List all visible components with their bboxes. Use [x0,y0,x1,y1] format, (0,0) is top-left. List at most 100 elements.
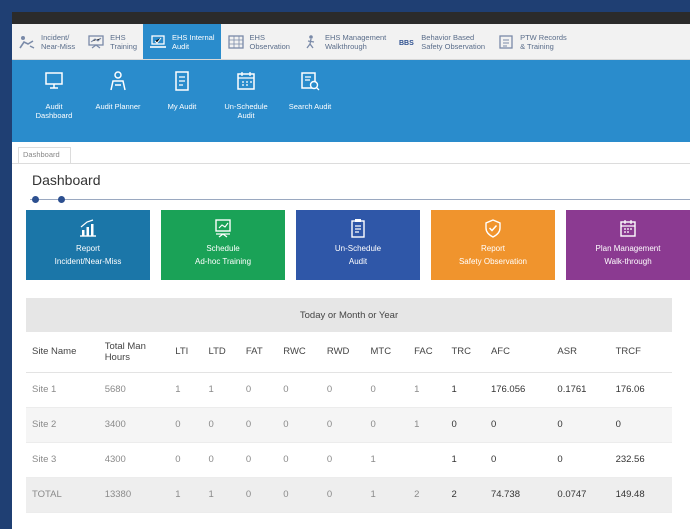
table-cell: 2 [445,477,485,513]
module-label-1: PTW Records [520,32,567,42]
table-cell: 0 [609,407,672,443]
page-title: Dashboard [32,172,101,188]
shield-check-icon [483,218,503,238]
column-header: TRCF [609,332,672,373]
table-cell: 1 [169,477,203,513]
audit-subnav: Audit Dashboard Audit Planner My Audit U… [12,60,690,142]
module-internal-audit[interactable]: EHS Internal Audit [143,24,221,59]
pager-dot-1[interactable] [32,196,39,203]
table-cell: 0 [320,477,365,513]
app-window: Incident/Near-Miss EHS Training EHS Inter… [12,12,690,529]
card-label-1: Report [75,244,100,253]
column-header: Site Name [26,332,99,373]
table-row: Site 1 5680 1 1 0 0 0 0 1 1 176.056 0.1761 176.06 [26,372,672,408]
table-cell: 1 [445,442,485,478]
column-header: TRC [445,332,485,373]
calendar-plan-icon [618,218,638,238]
module-bar: Incident/Near-Miss EHS Training EHS Inter… [12,24,690,60]
column-header: RWD [320,332,365,373]
table-row: Site 3 4300 0 0 0 0 0 1 1 0 0 232.56 [26,442,672,478]
table-cell: 232.56 [609,442,672,478]
module-training[interactable]: EHS Training [81,24,143,59]
column-header: AFC [484,332,552,373]
pager-track [30,199,690,200]
module-observation[interactable]: EHS Observation [221,24,296,59]
table-cell: 176.056 [484,372,552,408]
clipboard-icon [348,218,368,238]
subnav-label-2: Dashboard [35,111,73,120]
breadcrumb-bar: Dashboard [12,142,690,164]
svg-text:BBS: BBS [399,40,414,47]
table-cell: 0.1761 [551,372,610,408]
subnav-unschedule-audit[interactable]: Un-Schedule Audit [214,60,278,142]
pager-dot-2[interactable] [58,196,65,203]
table-cell: 0.0747 [551,477,610,513]
card-report-incident[interactable]: Report Incident/Near-Miss [26,210,150,280]
module-label-1: EHS [249,32,265,42]
subnav-my-audit[interactable]: My Audit [150,60,214,142]
table-cell: 0 [239,442,278,478]
permit-icon [497,34,515,50]
subnav-audit-dashboard[interactable]: Audit Dashboard [22,60,86,142]
bbs-icon: BBS [398,34,416,50]
module-label-1: EHS Internal [172,32,215,42]
stats-table-container: Today or Month or Year Site Name Total Ma… [26,298,672,513]
table-cell: 0 [239,407,278,443]
module-label-2: Safety Observation [421,41,486,51]
table-cell: Site 3 [26,442,99,478]
carousel-pager [30,194,690,208]
card-label-2: Ad-hoc Training [194,257,252,266]
module-label-2: Observation [249,41,290,51]
module-label-2: Near-Miss [41,41,76,51]
subnav-label: Search Audit [288,102,332,111]
module-label-2: Audit [172,41,190,51]
walking-person-icon [302,34,320,50]
subnav-label: Audit Planner [95,102,141,111]
module-label-1: EHS Management [324,32,387,42]
table-cell: 0 [551,442,610,478]
column-header: ASR [551,332,610,373]
subnav-label: Audit [45,102,63,111]
column-header: FAT [239,332,278,373]
table-cell: 0 [169,407,203,443]
table-cell: 0 [320,372,365,408]
subnav-audit-planner[interactable]: Audit Planner [86,60,150,142]
module-walkthrough[interactable]: EHS Management Walkthrough [296,24,392,59]
table-cell: Site 1 [26,372,99,408]
module-bbs[interactable]: BBS Behavior Based Safety Observation [392,24,491,59]
card-label-2: Safety Observation [458,257,528,266]
table-cell [408,442,446,478]
table-cell: 1 [169,372,203,408]
planner-person-icon [107,70,129,92]
subnav-label-2: Audit [237,111,255,120]
module-incident[interactable]: Incident/Near-Miss [12,24,81,59]
table-cell: 0 [277,442,321,478]
chart-growth-icon [78,218,98,238]
table-cell: 1 [445,372,485,408]
module-ptw[interactable]: PTW Records & Training [491,24,573,59]
subnav-label: Un-Schedule [224,102,268,111]
quick-action-cards: Report Incident/Near-Miss Schedule Ad-ho… [12,210,690,280]
table-body: Site 1 5680 1 1 0 0 0 0 1 1 176.056 0.1761 176.06 Sit… [26,372,672,513]
table-cell: 1 [202,372,240,408]
card-report-safety-observation[interactable]: Report Safety Observation [431,210,555,280]
column-header: FAC [408,332,446,373]
card-label-2: Walk-through [604,257,652,266]
column-header: RWC [277,332,321,373]
table-cell: 0 [169,442,203,478]
table-cell: 1 [408,372,446,408]
card-unschedule-audit[interactable]: Un-Schedule Audit [296,210,420,280]
card-plan-walkthrough[interactable]: Plan Management Walk-through [566,210,690,280]
module-label-1: Behavior Based [421,32,475,42]
module-label-2: & Training [520,41,554,51]
calendar-icon [235,70,257,92]
subnav-search-audit[interactable]: Search Audit [278,60,342,142]
table-cell: 0 [202,442,240,478]
table-row: Site 2 3400 0 0 0 0 0 0 1 0 0 0 0 [26,407,672,443]
breadcrumb-tab-dashboard[interactable]: Dashboard [18,147,71,163]
presentation-icon [213,218,233,238]
table-cell: 176.06 [609,372,672,408]
table-total-row: TOTAL 13380 1 1 0 0 0 1 2 2 74.738 0.0747 149.48 [26,477,672,513]
search-list-icon [299,70,321,92]
card-schedule-training[interactable]: Schedule Ad-hoc Training [161,210,285,280]
